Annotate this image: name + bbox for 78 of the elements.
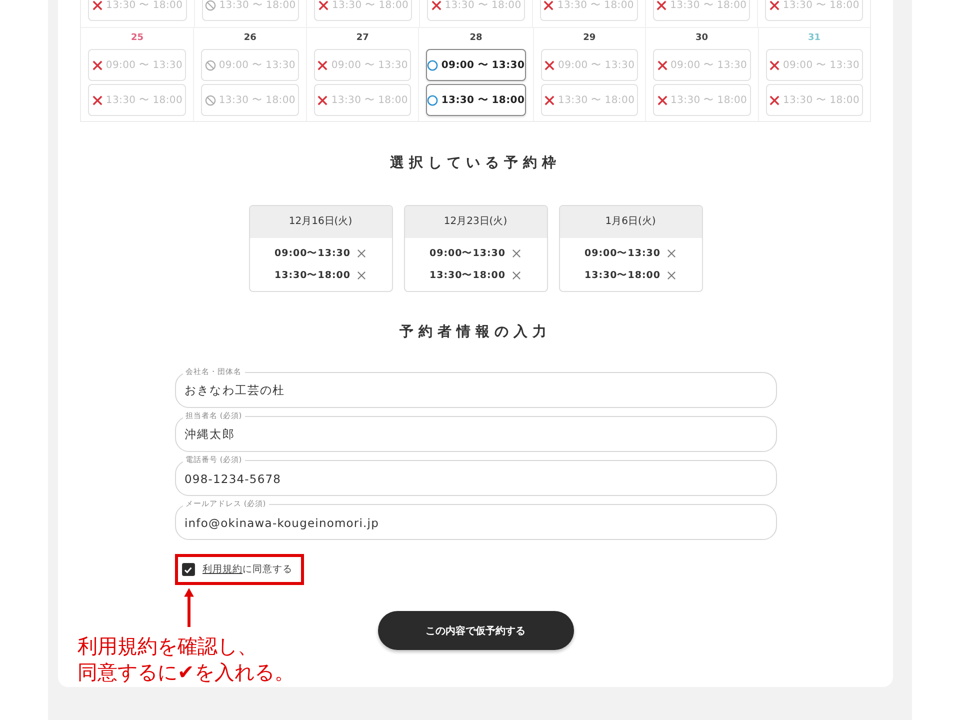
cross-icon: [92, 60, 103, 70]
circle-icon: [427, 94, 438, 106]
remove-icon[interactable]: [667, 270, 676, 280]
time-slot-button[interactable]: 13:30 〜 18:00: [88, 0, 187, 21]
selected-time: 09:00〜13:30: [274, 246, 350, 260]
time-slot-button[interactable]: 13:30 〜 18:00: [653, 84, 751, 116]
text-input[interactable]: info@okinawa-kougeinomori.jp: [184, 506, 766, 539]
prohibited-icon: [204, 60, 216, 70]
remove-icon[interactable]: [512, 270, 522, 280]
cross-icon: [317, 94, 328, 106]
text-input[interactable]: おきなわ工芸の杜: [184, 374, 766, 407]
cross-icon: [768, 0, 780, 10]
selected-time: 13:30〜18:00: [430, 268, 506, 282]
section-heading: 予約者情報の入力: [398, 323, 552, 342]
selected-time: 13:30〜18:00: [584, 268, 660, 282]
cross-icon: [92, 94, 103, 106]
agree-label: に同意する: [242, 564, 292, 575]
terms-link[interactable]: 利用規約: [202, 564, 242, 575]
selected-date-header: 12月16日(火): [250, 206, 392, 238]
remove-icon[interactable]: [357, 270, 366, 280]
selected-date-header: 1月6日(火): [560, 206, 702, 238]
day-number: 26: [242, 32, 258, 45]
cross-icon: [656, 60, 668, 70]
agree-checkbox[interactable]: [182, 563, 194, 576]
cross-icon: [430, 0, 442, 10]
text-input[interactable]: 沖縄太郎: [184, 418, 766, 451]
time-slot-button[interactable]: 13:30 〜 18:00: [88, 84, 186, 116]
selected-date-header: 12月23日(火): [404, 206, 546, 238]
time-slot-button[interactable]: 09:00 〜 13:30: [314, 49, 412, 81]
time-slot-button[interactable]: 09:00 〜 13:30: [88, 49, 186, 81]
cross-icon: [544, 60, 556, 70]
time-slot-button[interactable]: 13:30 〜 18:00: [765, 0, 863, 21]
cross-icon: [317, 60, 328, 70]
selected-time: 09:00〜13:30: [584, 246, 660, 260]
selected-time: 09:00〜13:30: [430, 246, 506, 260]
remove-icon[interactable]: [357, 248, 366, 258]
time-slot-button[interactable]: 09:00 〜 13:30: [540, 49, 638, 81]
annotation-arrow: [182, 588, 194, 627]
time-slot-button[interactable]: 13:30 〜 18:00: [427, 0, 525, 21]
day-number: 28: [468, 32, 484, 45]
time-slot-button[interactable]: 13:30 〜 18:00: [540, 0, 638, 21]
prohibited-icon: [205, 0, 216, 10]
day-number: 29: [582, 32, 597, 45]
time-slot-button[interactable]: 09:00 〜 13:30: [653, 49, 751, 81]
check-icon: [183, 564, 193, 574]
cross-icon: [656, 0, 668, 10]
selected-time: 13:30〜18:00: [274, 268, 350, 282]
time-slot-button[interactable]: 13:30 〜 18:00: [652, 0, 750, 21]
time-slot-button[interactable]: 09:00 〜 13:30: [201, 49, 299, 81]
remove-icon[interactable]: [512, 248, 522, 258]
day-number: 27: [355, 32, 370, 45]
prohibited-icon: [204, 94, 216, 106]
time-slot-button[interactable]: 13:30 〜 18:00: [314, 0, 412, 21]
annotation-text: 同意するに✔を入れる。: [78, 659, 294, 685]
cross-icon: [543, 0, 554, 10]
submit-button[interactable]: この内容で仮予約する: [378, 611, 574, 650]
time-slot-button[interactable]: 13:30 〜 18:00: [426, 84, 526, 116]
cross-icon: [544, 94, 556, 106]
day-number: 31: [807, 32, 822, 45]
cross-icon: [768, 60, 780, 70]
day-number: 30: [694, 32, 710, 45]
section-heading: 選択している予約枠: [389, 154, 562, 173]
time-slot-button[interactable]: 13:30 〜 18:00: [540, 84, 638, 116]
cross-icon: [318, 0, 329, 10]
day-number: 25: [130, 32, 144, 45]
annotation-text: 利用規約を確認し、: [78, 633, 258, 659]
cross-icon: [92, 0, 104, 10]
remove-icon[interactable]: [667, 248, 676, 258]
time-slot-button[interactable]: 13:30 〜 18:00: [314, 84, 412, 116]
time-slot-button[interactable]: 13:30 〜 18:00: [202, 0, 300, 21]
circle-icon: [427, 60, 438, 70]
cross-icon: [656, 94, 668, 106]
time-slot-button[interactable]: 13:30 〜 18:00: [766, 84, 863, 116]
time-slot-button[interactable]: 13:30 〜 18:00: [201, 84, 299, 116]
text-input[interactable]: 098-1234-5678: [184, 462, 766, 495]
time-slot-button[interactable]: 09:00 〜 13:30: [766, 49, 863, 81]
time-slot-button[interactable]: 09:00 〜 13:30: [426, 49, 526, 81]
cross-icon: [768, 94, 780, 106]
